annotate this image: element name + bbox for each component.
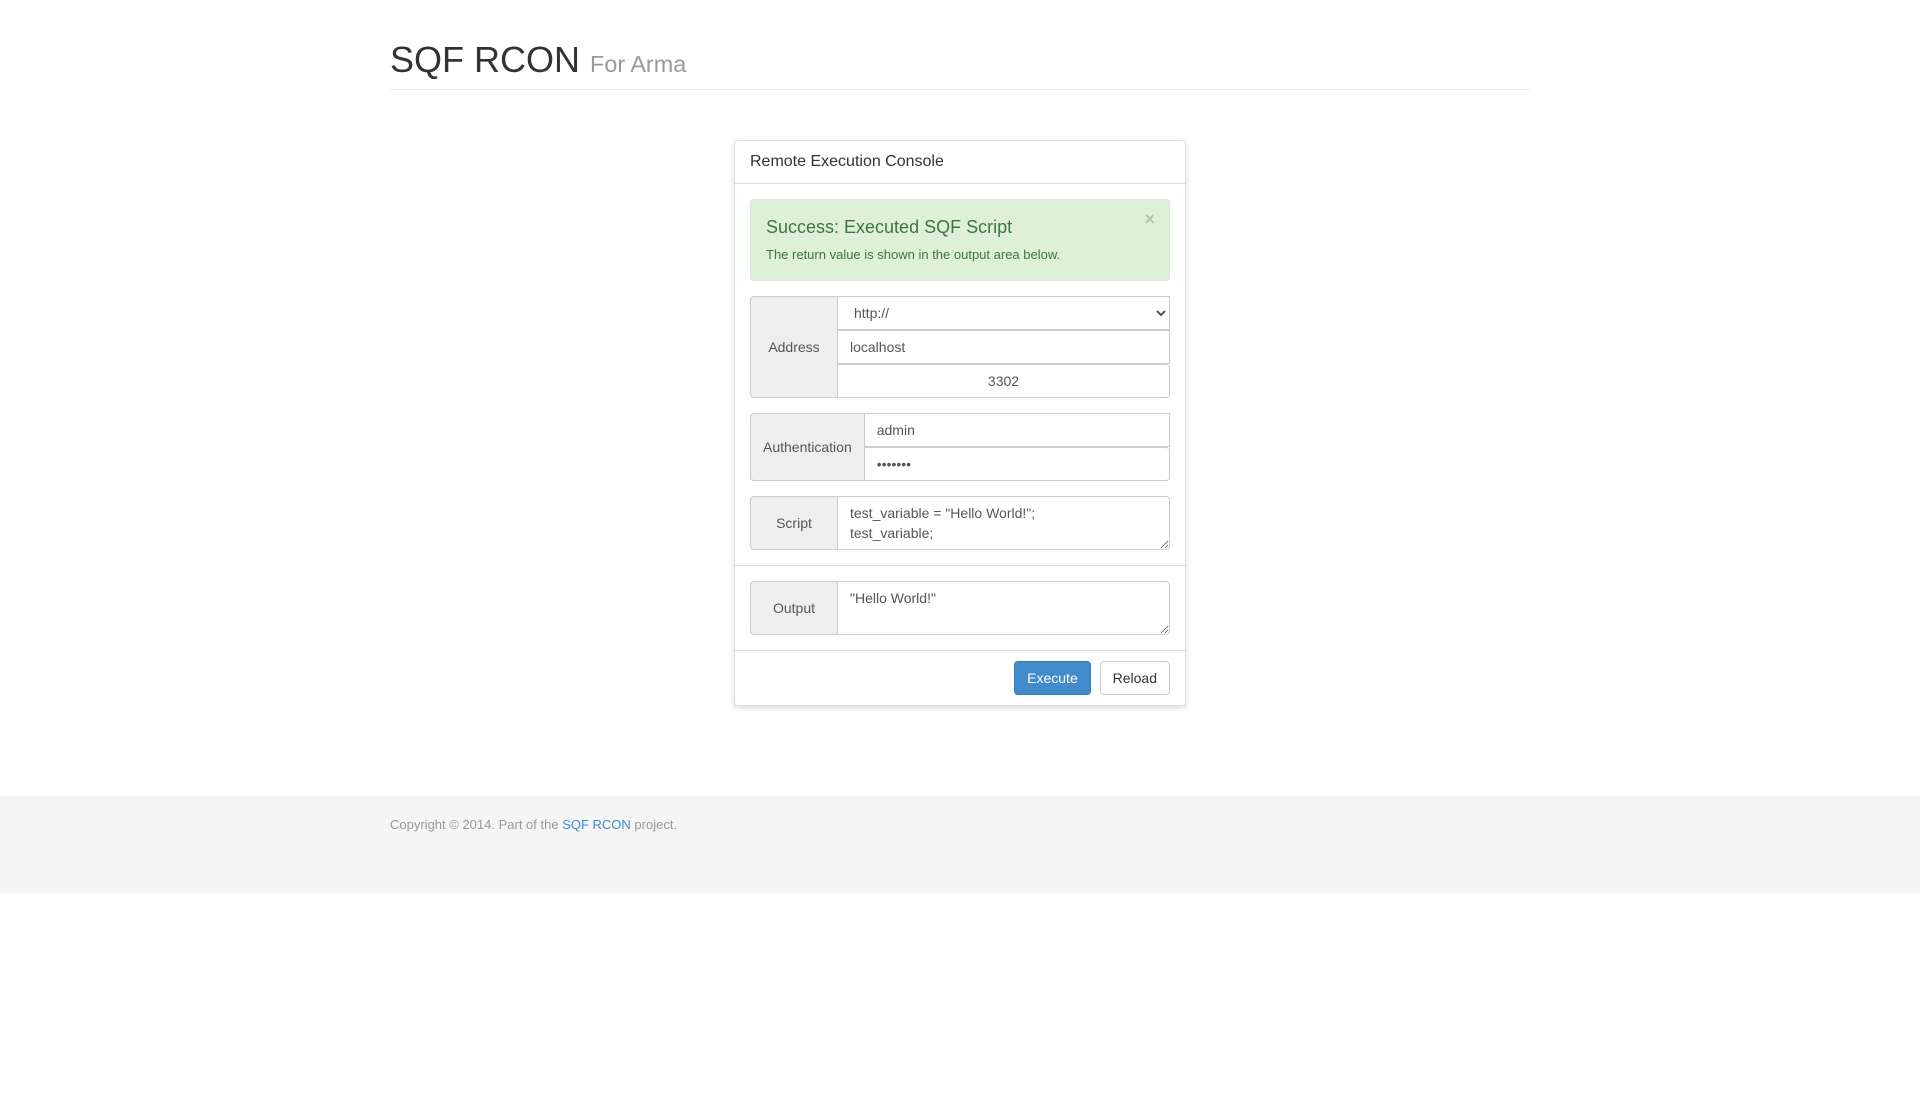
footer-link[interactable]: SQF RCON [562,817,631,832]
script-label: Script [750,496,838,550]
page-title-sub: For Arma [590,51,686,77]
page-header: SQF RCON For Arma [390,40,1530,90]
panel-body-output: Output "Hello World!" [735,565,1185,650]
close-icon: × [1144,209,1155,229]
username-input[interactable] [865,413,1170,447]
footer-text: Copyright © 2014. Part of the SQF RCON p… [390,816,1530,835]
console-panel: Remote Execution Console × Success: Exec… [734,140,1186,706]
output-label: Output [750,581,838,635]
password-input[interactable] [865,447,1170,481]
page-title: SQF RCON For Arma [390,40,1530,80]
port-input[interactable] [838,364,1170,398]
host-input[interactable] [838,330,1170,364]
footer-prefix: Copyright © 2014. Part of the [390,817,562,832]
alert-heading: Success: Executed SQF Script [766,215,1154,241]
page-footer: Copyright © 2014. Part of the SQF RCON p… [0,796,1920,895]
output-group: Output "Hello World!" [750,581,1170,635]
page-title-main: SQF RCON [390,39,580,80]
output-textarea[interactable]: "Hello World!" [838,581,1170,635]
protocol-select[interactable]: http:// [838,296,1170,330]
script-group: Script test_variable = "Hello World!"; t… [750,496,1170,550]
auth-label: Authentication [750,413,865,481]
panel-body-main: × Success: Executed SQF Script The retur… [735,184,1185,564]
alert-body: The return value is shown in the output … [766,246,1154,265]
success-alert: × Success: Executed SQF Script The retur… [750,199,1170,280]
auth-group: Authentication [750,413,1170,481]
alert-close-button[interactable]: × [1144,210,1155,228]
execute-button[interactable]: Execute [1014,661,1091,695]
address-label: Address [750,296,838,398]
footer-suffix: project. [631,817,677,832]
panel-footer: Execute Reload [735,650,1185,705]
script-textarea[interactable]: test_variable = "Hello World!"; test_var… [838,496,1170,550]
address-group: Address http:// [750,296,1170,398]
reload-button[interactable]: Reload [1100,661,1170,695]
panel-title: Remote Execution Console [735,141,1185,185]
